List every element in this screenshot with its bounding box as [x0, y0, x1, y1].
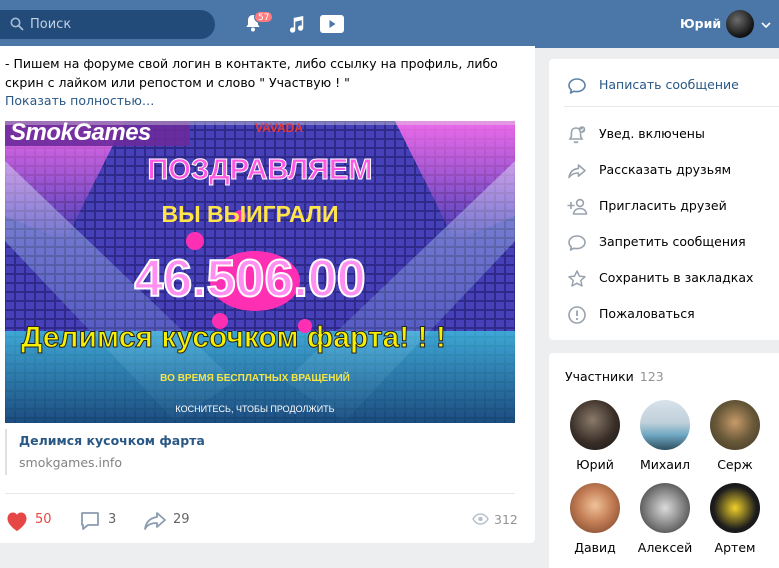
avatar [570, 483, 620, 533]
search-icon [10, 17, 24, 35]
banner-brand: VAVADA [255, 121, 303, 135]
search-box[interactable] [0, 10, 215, 39]
comment-icon [79, 510, 101, 536]
wall-post: - Пишем на форуме свой логин в контакте,… [0, 46, 535, 543]
message-icon [567, 76, 587, 100]
shares-count: 29 [173, 512, 190, 527]
top-bar: 57 Юрий [0, 0, 779, 48]
music-icon[interactable] [289, 15, 306, 37]
member-item[interactable]: Юрий [560, 400, 630, 480]
banner-headline: ПОЗДРАВЛЯЕМ [147, 154, 373, 187]
menu-item-label: Рассказать друзьям [599, 162, 732, 177]
menu-item-bookmark[interactable]: Сохранить в закладках [549, 263, 779, 293]
notifications-badge: 57 [254, 11, 274, 23]
member-name: Михаил [639, 457, 691, 472]
menu-item-tell-friends[interactable]: Рассказать друзьям [549, 155, 779, 185]
heart-icon [5, 510, 29, 536]
menu-item-block-messages[interactable]: Запретить сообщения [549, 227, 779, 257]
star-icon [567, 269, 587, 293]
member-name: Давид [574, 540, 616, 555]
report-icon [567, 305, 587, 329]
menu-item-label: Сохранить в закладках [599, 270, 754, 285]
likes-count: 50 [35, 512, 52, 527]
members-count: 123 [639, 369, 664, 384]
post-image[interactable]: SmokGames VAVADA ПОЗДРАВЛЯЕМ ВЫ ВЫИГРАЛИ… [5, 121, 515, 423]
member-name: Серж [717, 457, 753, 472]
members-title: Участники [565, 369, 634, 384]
link-domain: smokgames.info [19, 455, 122, 470]
banner-spins-line: ВО ВРЕМЯ БЕСПЛАТНЫХ ВРАЩЕНИЙ [160, 373, 350, 384]
menu-item-notifications[interactable]: Увед. включены [549, 119, 779, 149]
search-input[interactable] [30, 15, 200, 34]
avatar [710, 400, 760, 450]
member-name: Артем [714, 540, 756, 555]
menu-item-invite-friends[interactable]: Пригласить друзей [549, 191, 779, 221]
divider [564, 106, 779, 107]
user-name[interactable]: Юрий [680, 16, 721, 31]
bell-check-icon [567, 125, 587, 149]
menu-item-label: Пригласить друзей [599, 198, 727, 213]
member-item[interactable]: Давид [560, 483, 630, 563]
share-button[interactable]: 29 [143, 509, 203, 533]
menu-item-label: Пожаловаться [599, 306, 695, 321]
menu-item-label: Запретить сообщения [599, 234, 746, 249]
banner-amount: 46.506.00 [133, 249, 366, 309]
share-icon [143, 510, 167, 536]
comment-button[interactable]: 3 [79, 509, 129, 533]
video-icon[interactable] [320, 15, 344, 37]
link-snippet[interactable]: Делимся кусочком фарта smokgames.info [5, 429, 515, 475]
message-block-icon [567, 233, 587, 257]
member-item[interactable]: Михаил [630, 400, 700, 480]
member-name: Алексей [637, 540, 693, 555]
members-block: Участники 123 Юрий Михаил Серж Давид Алек… [549, 353, 779, 568]
share-icon [567, 161, 587, 185]
member-item[interactable]: Артем [700, 483, 770, 563]
member-item[interactable]: Алексей [630, 483, 700, 563]
menu-item-label: Написать сообщение [599, 77, 739, 92]
group-actions-menu: Написать сообщение Увед. включены Расска… [549, 59, 779, 340]
member-item[interactable]: Серж [700, 400, 770, 480]
member-name: Юрий [576, 457, 614, 472]
menu-item-label: Увед. включены [599, 126, 705, 141]
eye-icon [472, 513, 489, 529]
user-avatar[interactable] [726, 10, 754, 38]
link-title[interactable]: Делимся кусочком фарта [19, 433, 205, 448]
banner-logo: SmokGames [10, 121, 151, 146]
views-count: 312 [494, 512, 518, 527]
avatar [640, 483, 690, 533]
avatar [640, 400, 690, 450]
avatar [710, 483, 760, 533]
add-user-icon [567, 197, 589, 221]
divider [5, 493, 515, 494]
banner-continue-hint: КОСНИТЕСЬ, ЧТОБЫ ПРОДОЛЖИТЬ [175, 404, 335, 414]
comments-count: 3 [108, 512, 117, 527]
banner-subheadline: ВЫ ВЫИГРАЛИ [161, 201, 339, 227]
menu-item-write-message[interactable]: Написать сообщение [549, 70, 779, 100]
post-text: - Пишем на форуме свой логин в контакте,… [5, 56, 498, 90]
banner-caption: Делимся кусочком фарта! ! ! [21, 321, 447, 355]
like-button[interactable]: 50 [5, 509, 55, 533]
avatar [570, 400, 620, 450]
chevron-down-icon[interactable] [761, 18, 771, 33]
members-header[interactable]: Участники 123 [565, 369, 664, 384]
show-more-link[interactable]: Показать полностью… [5, 93, 154, 108]
menu-item-report[interactable]: Пожаловаться [549, 299, 779, 329]
